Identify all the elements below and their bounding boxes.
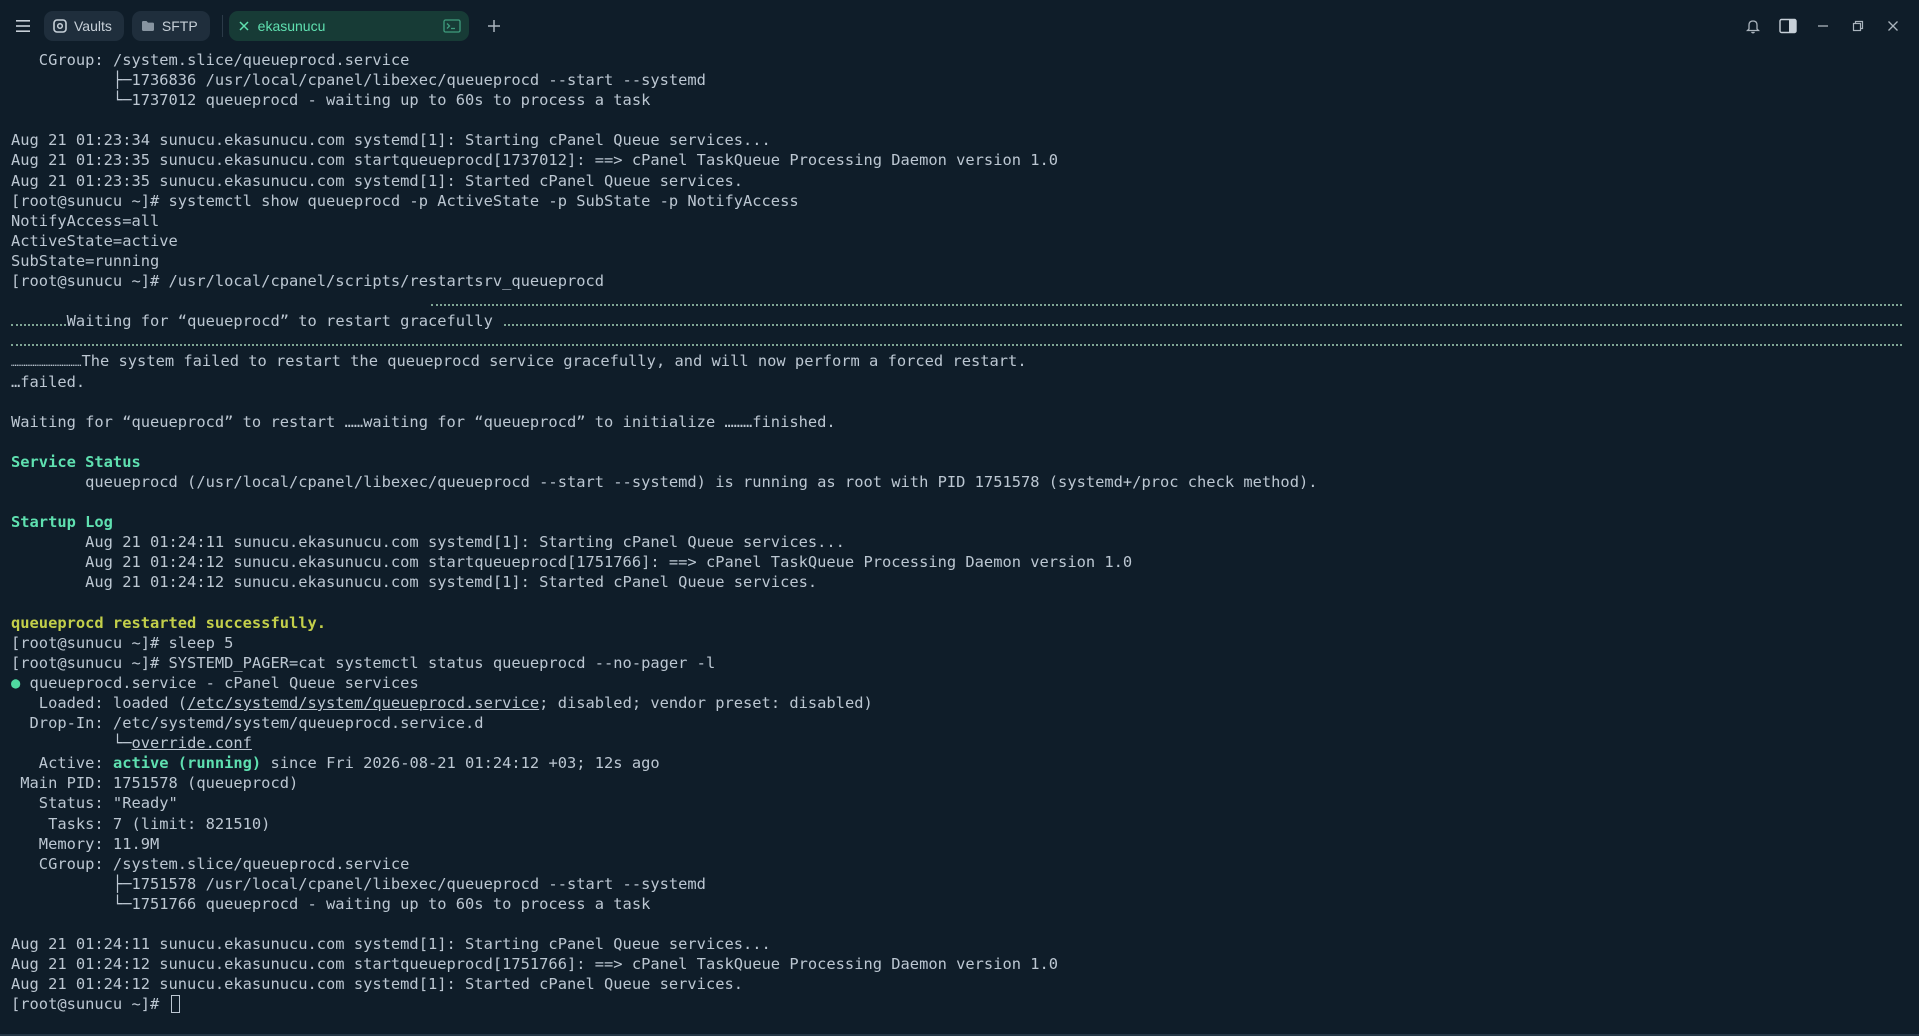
vaults-label: Vaults: [74, 18, 112, 34]
terminal-line: Drop-In: /etc/systemd/system/queueprocd.…: [11, 714, 484, 733]
terminal-line: Waiting for “queueprocd” to restart ……wa…: [11, 412, 836, 431]
close-icon[interactable]: [239, 21, 249, 31]
command-line: [root@sunucu ~]# systemctl show queuepro…: [11, 191, 799, 210]
terminal-line: ├─1751578 /usr/local/cpanel/libexec/queu…: [11, 874, 706, 893]
vaults-button[interactable]: Vaults: [44, 11, 124, 41]
bell-icon[interactable]: [1741, 14, 1765, 38]
active-prefix: Active:: [11, 754, 113, 773]
terminal-line: …failed.: [11, 372, 86, 391]
tab-bar: Vaults SFTP ekasunucu: [0, 0, 1919, 52]
restart-success-message: queueprocd restarted successfully.: [11, 613, 327, 632]
tree-branch: └─: [11, 734, 132, 753]
cgroup-value: /system.slice/queueprocd.service: [112, 51, 410, 69]
terminal-line: ├─1736836 /usr/local/cpanel/libexec/queu…: [11, 71, 706, 90]
terminal-line: Aug 21 01:24:12 sunucu.ekasunucu.com sta…: [11, 553, 1133, 572]
close-window-icon[interactable]: [1881, 14, 1905, 38]
waiting-restart-text: Waiting for “queueprocd” to restart grac…: [66, 312, 503, 331]
sftp-button[interactable]: SFTP: [131, 11, 210, 41]
folder-icon: [141, 20, 155, 32]
progress-dots-line: [11, 331, 1911, 351]
terminal-line: Status: "Ready": [11, 794, 178, 813]
loaded-suffix: ; disabled; vendor preset: disabled): [539, 694, 873, 712]
shell-prompt: [root@sunucu ~]#: [11, 995, 169, 1014]
terminal-line: NotifyAccess=all: [11, 211, 160, 230]
unit-file-link[interactable]: /etc/systemd/system/queueprocd.service: [187, 694, 539, 712]
terminal-line: Aug 21 01:23:35 sunucu.ekasunucu.com sta…: [11, 151, 1059, 170]
terminal-line: CGroup: /system.slice/queueprocd.service: [11, 854, 410, 873]
terminal-icon: [443, 19, 461, 33]
terminal-line: Main PID: 1751578 (queueprocd): [11, 774, 299, 793]
startup-log-heading: Startup Log: [11, 513, 113, 532]
vault-icon: [53, 19, 67, 33]
terminal-line: └─override.conf: [11, 733, 1911, 753]
terminal-line: Tasks: 7 (limit: 821510): [11, 814, 271, 833]
window-controls: [1730, 0, 1905, 52]
service-title: queueprocd.service - cPanel Queue servic…: [20, 673, 419, 692]
forced-restart-text: The system failed to restart the queuepr…: [81, 352, 1027, 371]
prompt-line[interactable]: [root@sunucu ~]#: [11, 994, 1911, 1014]
terminal-line: Active: active (running) since Fri 2026-…: [11, 753, 1911, 773]
command-line: [root@sunucu ~]# SYSTEMD_PAGER=cat syste…: [11, 653, 716, 672]
terminal-line: Aug 21 01:24:12 sunucu.ekasunucu.com sys…: [11, 975, 744, 994]
terminal-line: └─1751766 queueprocd - waiting up to 60s…: [11, 894, 651, 913]
tab-separator: [221, 15, 223, 37]
terminal-cursor[interactable]: [170, 995, 180, 1014]
loaded-prefix: Loaded: loaded (: [11, 694, 188, 712]
terminal-line: SubState=running: [11, 251, 160, 270]
progress-dots: [11, 344, 1902, 347]
progress-dots: [431, 304, 1902, 307]
terminal-line: Aug 21 01:24:11 sunucu.ekasunucu.com sys…: [11, 935, 771, 954]
terminal-line: ● queueprocd.service - cPanel Queue serv…: [11, 673, 1911, 693]
terminal-line: Aug 21 01:24:11 sunucu.ekasunucu.com sys…: [11, 533, 845, 552]
terminal-output[interactable]: CGroup: /system.slice/queueprocd.service…: [11, 50, 1911, 1030]
active-since: since Fri 2026-08-21 01:24:12 +03; 12s a…: [261, 754, 660, 773]
terminal-line: └─1737012 queueprocd - waiting up to 60s…: [11, 91, 651, 110]
terminal-line: Loaded: loaded (/etc/systemd/system/queu…: [11, 693, 1911, 713]
status-dot-icon: ●: [11, 673, 21, 692]
terminal-line: Aug 21 01:23:35 sunucu.ekasunucu.com sys…: [11, 171, 744, 190]
app-window: Vaults SFTP ekasunucu CGroup: /system.sl…: [0, 0, 1919, 1036]
terminal-line: Memory: 11.9M: [11, 834, 160, 853]
sftp-label: SFTP: [161, 18, 198, 34]
terminal-line: …………………………………The system failed to restar…: [11, 351, 1911, 371]
service-status-heading: Service Status: [11, 452, 141, 471]
tab-label: ekasunucu: [257, 18, 326, 34]
terminal-line: Aug 21 01:24:12 sunucu.ekasunucu.com sta…: [11, 955, 1059, 974]
hamburger-menu-icon[interactable]: [12, 15, 34, 37]
terminal-line: CGroup: /system.slice/queueprocd.service: [11, 50, 1911, 70]
tab-ekasunucu[interactable]: ekasunucu: [228, 11, 469, 41]
terminal-line: ActiveState=active: [11, 231, 178, 250]
terminal-line: queueprocd (/usr/local/cpanel/libexec/qu…: [11, 472, 1318, 491]
minimize-icon[interactable]: [1811, 14, 1835, 38]
command-line: [root@sunucu ~]# sleep 5: [11, 633, 234, 652]
restore-icon[interactable]: [1846, 14, 1870, 38]
terminal-line: Waiting for “queueprocd” to restart grac…: [11, 291, 1911, 331]
command-line: [root@sunucu ~]# /usr/local/cpanel/scrip…: [11, 272, 605, 291]
cgroup-key: CGroup:: [11, 51, 113, 69]
terminal-line: Aug 21 01:23:34 sunucu.ekasunucu.com sys…: [11, 131, 771, 150]
terminal-line: Aug 21 01:24:12 sunucu.ekasunucu.com sys…: [11, 573, 818, 592]
plus-icon[interactable]: [481, 13, 507, 39]
side-panel-icon[interactable]: [1776, 14, 1800, 38]
active-state-badge: active (running): [112, 754, 262, 773]
override-conf-link[interactable]: override.conf: [131, 734, 251, 752]
